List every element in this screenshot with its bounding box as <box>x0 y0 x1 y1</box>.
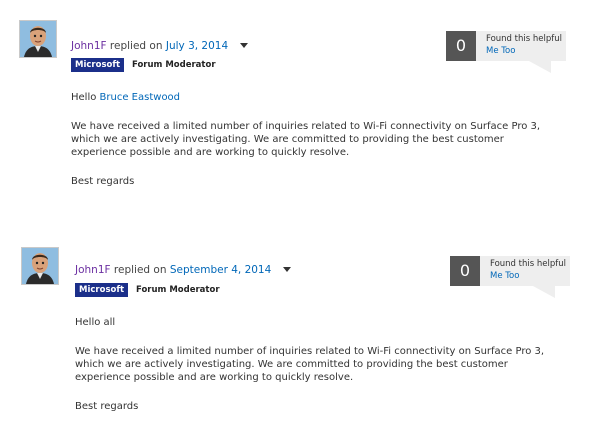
signoff: Best regards <box>75 401 139 412</box>
author-badges: Microsoft Forum Moderator <box>75 283 220 297</box>
speech-tail <box>533 286 555 298</box>
helpful-box: Found this helpful Me Too <box>480 256 570 286</box>
signoff: Best regards <box>71 176 135 187</box>
greeting-text: Hello <box>71 92 97 103</box>
found-helpful-label: Found this helpful <box>490 259 566 269</box>
helpful-widget: 0 Found this helpful Me Too <box>450 256 570 300</box>
speech-tail <box>529 61 551 73</box>
greeting: Hello all <box>75 317 116 328</box>
post-meta: John1F replied on July 3, 2014 <box>71 40 248 52</box>
author-link[interactable]: John1F <box>75 264 111 276</box>
user-avatar-icon <box>22 248 58 284</box>
helpful-count: 0 <box>446 31 476 61</box>
post-body: Hello Bruce Eastwood We have received a … <box>71 91 561 188</box>
microsoft-badge: Microsoft <box>71 58 125 72</box>
avatar[interactable] <box>21 247 59 285</box>
mention-link[interactable]: Bruce Eastwood <box>100 92 180 103</box>
me-too-link[interactable]: Me Too <box>486 46 515 56</box>
chevron-down-icon[interactable] <box>239 43 248 48</box>
helpful-box: Found this helpful Me Too <box>476 31 566 61</box>
me-too-link[interactable]: Me Too <box>490 271 519 281</box>
found-helpful-label: Found this helpful <box>486 34 562 44</box>
message-paragraph: We have received a limited number of inq… <box>75 346 545 383</box>
replied-label: replied on <box>109 40 163 52</box>
post-date-link[interactable]: September 4, 2014 <box>170 264 271 276</box>
post-body: Hello all We have received a limited num… <box>75 316 565 413</box>
helpful-widget: 0 Found this helpful Me Too <box>446 31 566 75</box>
post-date-link[interactable]: July 3, 2014 <box>166 40 228 52</box>
role-label: Forum Moderator <box>135 285 220 295</box>
helpful-count: 0 <box>450 256 480 286</box>
author-link[interactable]: John1F <box>71 40 107 52</box>
avatar[interactable] <box>19 20 57 58</box>
post-meta: John1F replied on September 4, 2014 <box>75 264 291 276</box>
author-badges: Microsoft Forum Moderator <box>71 58 216 72</box>
replied-label: replied on <box>113 264 167 276</box>
greeting: Hello Bruce Eastwood <box>71 91 561 104</box>
chevron-down-icon[interactable] <box>282 267 291 272</box>
user-avatar-icon <box>20 21 56 57</box>
role-label: Forum Moderator <box>131 60 216 70</box>
message-paragraph: We have received a limited number of inq… <box>71 121 541 158</box>
microsoft-badge: Microsoft <box>75 283 129 297</box>
